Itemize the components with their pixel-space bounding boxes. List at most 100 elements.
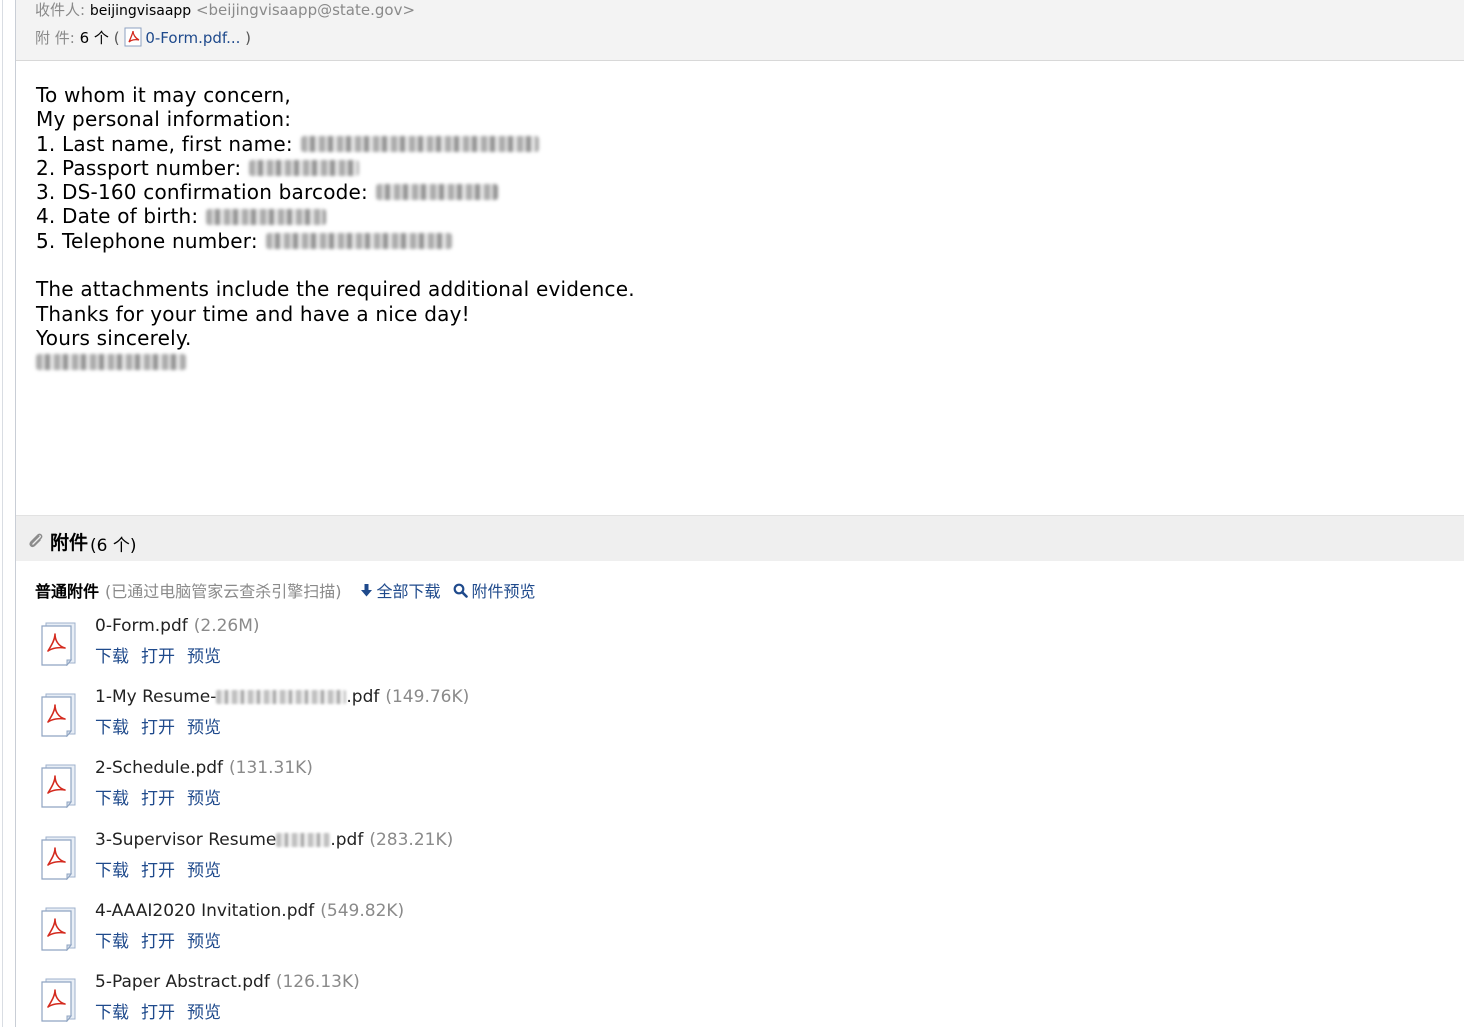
- pdf-file-icon[interactable]: [37, 762, 83, 808]
- filename-suffix: .pdf: [346, 687, 380, 707]
- para-attachments: The attachments include the required add…: [36, 277, 635, 302]
- open-link[interactable]: 打开: [141, 861, 175, 881]
- download-all-button[interactable]: 全部下载: [360, 578, 441, 602]
- info-barcode-label: 3. DS-160 confirmation barcode:: [36, 180, 368, 205]
- recipient-name[interactable]: beijingvisaapp: [90, 3, 191, 19]
- preview-link[interactable]: 预览: [187, 1003, 221, 1023]
- attachment-count: 6 个: [79, 29, 109, 47]
- preview-link[interactable]: 预览: [187, 647, 221, 667]
- left-border-line: [2, 0, 3, 1027]
- scan-note: (已通过电脑管家云查杀引擎扫描): [105, 582, 342, 601]
- open-link[interactable]: 打开: [141, 718, 175, 738]
- download-link[interactable]: 下载: [95, 932, 129, 952]
- para-thanks: Thanks for your time and have a nice day…: [36, 301, 470, 326]
- attachment-first-link[interactable]: 0-Form.pdf...: [145, 29, 240, 47]
- recipient-label: 收件人:: [35, 1, 86, 19]
- attachment-item: 3-Supervisor Resume .pdf (283.21K) 下载 打开 预览: [37, 830, 637, 886]
- magnifier-icon: [453, 583, 468, 598]
- attachment-actions: 下载 打开 预览: [95, 856, 233, 881]
- signature-line: [36, 350, 635, 374]
- open-link[interactable]: 打开: [141, 789, 175, 809]
- attachments-bar: 附件 (6 个): [16, 515, 1464, 561]
- attachment-summary-row: 附 件: 6 个 ( 0-Form.pdf... ): [35, 27, 251, 48]
- file-size: (2.26M): [193, 616, 260, 636]
- download-link[interactable]: 下载: [95, 789, 129, 809]
- redacted-passport: [249, 160, 360, 177]
- filename-text: 2-Schedule.pdf: [95, 758, 224, 778]
- redacted-filename-part: [216, 690, 347, 704]
- file-size: (149.76K): [385, 687, 470, 707]
- paperclip-icon: [29, 533, 43, 548]
- attachment-filename: 2-Schedule.pdf (131.31K): [95, 758, 313, 778]
- paren-close: ): [245, 29, 252, 47]
- download-link[interactable]: 下载: [95, 1003, 129, 1023]
- filename-text: 0-Form.pdf: [95, 616, 188, 636]
- filename-prefix: 1-My Resume-: [95, 687, 217, 707]
- email-body: To whom it may concern, My personal info…: [36, 83, 635, 375]
- redacted-signature: [36, 354, 186, 371]
- filename-text: 4-AAAI2020 Invitation.pdf: [95, 901, 315, 921]
- attachments-toolbar: 普通附件 (已通过电脑管家云查杀引擎扫描) 全部下载 附件预览: [35, 579, 536, 601]
- attachment-actions: 下载 打开 预览: [95, 713, 233, 738]
- pdf-icon: [124, 27, 142, 47]
- download-all-label: 全部下载: [376, 582, 441, 601]
- filename-suffix: .pdf: [330, 830, 364, 850]
- preview-link[interactable]: 预览: [187, 861, 221, 881]
- attachment-actions: 下载 打开 预览: [95, 998, 233, 1023]
- info-passport-label: 2. Passport number:: [36, 155, 242, 180]
- section-heading: 普通附件: [35, 582, 100, 601]
- attachment-label: 附 件:: [35, 29, 75, 47]
- preview-link[interactable]: 预览: [187, 789, 221, 809]
- attachment-item: 5-Paper Abstract.pdf (126.13K) 下载 打开 预览: [37, 972, 637, 1027]
- attachment-filename: 5-Paper Abstract.pdf (126.13K): [95, 972, 360, 992]
- download-link[interactable]: 下载: [95, 718, 129, 738]
- info-phone-label: 5. Telephone number:: [36, 228, 258, 253]
- pdf-file-icon[interactable]: [37, 691, 83, 737]
- filename-prefix: 3-Supervisor Resume: [95, 830, 277, 850]
- file-size: (549.82K): [320, 901, 405, 921]
- redacted-phone: [265, 232, 452, 249]
- attachment-filename: 4-AAAI2020 Invitation.pdf (549.82K): [95, 901, 404, 921]
- attachment-actions: 下载 打开 预览: [95, 784, 233, 809]
- info-name-line: 1. Last name, first name:: [36, 132, 635, 156]
- preview-link[interactable]: 预览: [187, 718, 221, 738]
- download-link[interactable]: 下载: [95, 861, 129, 881]
- intro-line: My personal information:: [36, 107, 292, 132]
- download-arrow-icon: [360, 583, 372, 596]
- attachments-title: 附件: [50, 532, 89, 554]
- closing: Yours sincerely.: [36, 325, 192, 350]
- attachment-filename: 1-My Resume- .pdf (149.76K): [95, 687, 469, 707]
- recipient-address: <beijingvisaapp@state.gov>: [195, 1, 416, 19]
- preview-link[interactable]: 预览: [187, 932, 221, 952]
- attachment-item: 2-Schedule.pdf (131.31K) 下载 打开 预览: [37, 758, 637, 814]
- attachment-actions: 下载 打开 预览: [95, 642, 233, 667]
- info-name-label: 1. Last name, first name:: [36, 131, 293, 156]
- preview-all-button[interactable]: 附件预览: [453, 578, 536, 602]
- attachment-filename: 3-Supervisor Resume .pdf (283.21K): [95, 830, 453, 850]
- file-size: (283.21K): [369, 830, 454, 850]
- attachment-item: 1-My Resume- .pdf (149.76K) 下载 打开 预览: [37, 687, 637, 743]
- redacted-filename-part: [276, 833, 331, 847]
- pdf-file-icon[interactable]: [37, 834, 83, 880]
- pdf-file-icon[interactable]: [37, 976, 83, 1022]
- recipient-row: 收件人: beijingvisaapp <beijingvisaapp@stat…: [35, 0, 415, 21]
- attachment-item: 0-Form.pdf (2.26M) 下载 打开 预览: [37, 616, 637, 672]
- info-phone-line: 5. Telephone number:: [36, 229, 635, 253]
- file-size: (131.31K): [229, 758, 313, 778]
- filename-text: 5-Paper Abstract.pdf: [95, 972, 270, 992]
- attachment-filename: 0-Form.pdf (2.26M): [95, 616, 260, 636]
- info-dob-label: 4. Date of birth:: [36, 204, 199, 229]
- left-border: [0, 0, 16, 1027]
- open-link[interactable]: 打开: [141, 1003, 175, 1023]
- download-link[interactable]: 下载: [95, 647, 129, 667]
- attachments-count: (6 个): [90, 536, 137, 556]
- open-link[interactable]: 打开: [141, 932, 175, 952]
- pdf-file-icon[interactable]: [37, 905, 83, 951]
- pdf-file-icon[interactable]: [37, 620, 83, 666]
- attachment-item: 4-AAAI2020 Invitation.pdf (549.82K) 下载 打开预…: [37, 901, 637, 957]
- info-passport-line: 2. Passport number:: [36, 156, 635, 180]
- redacted-dob: [206, 208, 327, 225]
- redacted-barcode: [375, 184, 498, 201]
- open-link[interactable]: 打开: [141, 647, 175, 667]
